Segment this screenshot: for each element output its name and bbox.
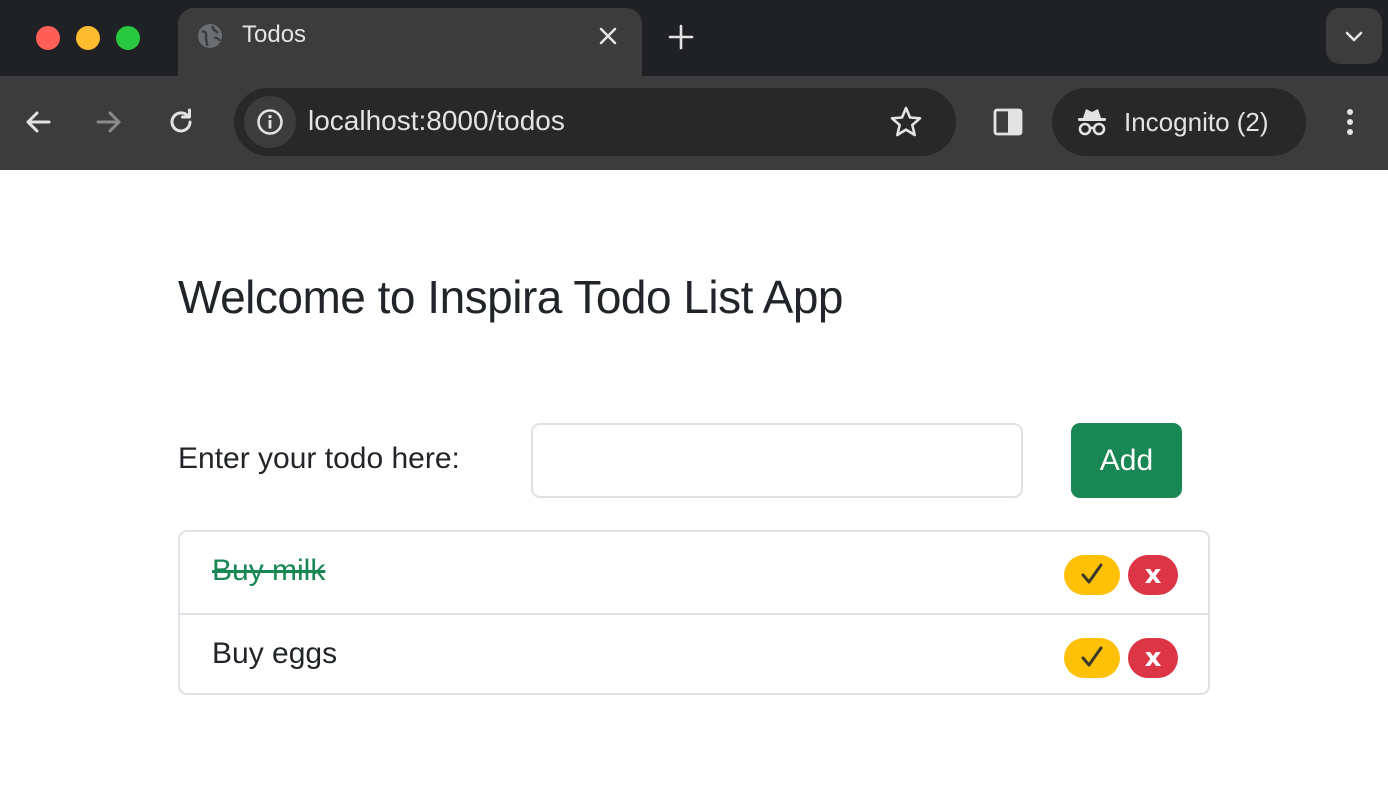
back-arrow-icon[interactable] bbox=[20, 104, 56, 140]
bookmark-star-icon[interactable] bbox=[888, 104, 924, 140]
todo-item-text: Buy eggs bbox=[212, 637, 338, 670]
todo-item-text: Buy milk bbox=[212, 554, 326, 587]
complete-todo-button[interactable] bbox=[1064, 555, 1120, 595]
info-icon bbox=[257, 109, 283, 135]
new-tab-plus-icon[interactable] bbox=[664, 20, 698, 54]
browser-tab-todos[interactable]: Todos bbox=[178, 8, 642, 76]
delete-todo-button[interactable]: x bbox=[1128, 638, 1178, 678]
checkmark-icon bbox=[1081, 563, 1103, 584]
chevron-down-icon bbox=[1345, 31, 1363, 42]
tab-search-button[interactable] bbox=[1326, 8, 1382, 64]
delete-todo-button[interactable]: x bbox=[1128, 555, 1178, 595]
incognito-icon bbox=[1078, 109, 1106, 136]
todo-list: Buy milk x Buy eggs x bbox=[178, 530, 1210, 695]
more-menu-icon[interactable] bbox=[1332, 104, 1368, 140]
address-bar[interactable]: localhost:8000/todos bbox=[234, 88, 956, 156]
globe-icon bbox=[198, 24, 222, 48]
page-content: Welcome to Inspira Todo List App Enter y… bbox=[0, 170, 1388, 794]
todo-item: Buy eggs x bbox=[180, 613, 1208, 693]
forward-arrow-icon[interactable] bbox=[91, 104, 127, 140]
url-text[interactable]: localhost:8000/todos bbox=[308, 105, 565, 137]
window-zoom-button[interactable] bbox=[116, 26, 140, 50]
window-minimize-button[interactable] bbox=[76, 26, 100, 50]
todo-input[interactable] bbox=[531, 423, 1023, 498]
checkmark-icon bbox=[1081, 646, 1103, 667]
side-panel-icon[interactable] bbox=[990, 104, 1026, 140]
browser-tabstrip: Todos bbox=[0, 0, 1388, 76]
tab-title: Todos bbox=[242, 21, 307, 48]
window-close-button[interactable] bbox=[36, 26, 60, 50]
incognito-indicator[interactable]: Incognito (2) bbox=[1052, 88, 1306, 156]
todo-item: Buy milk x bbox=[180, 532, 1208, 613]
incognito-label: Incognito (2) bbox=[1124, 107, 1269, 137]
todo-input-label: Enter your todo here: bbox=[178, 442, 460, 475]
complete-todo-button[interactable] bbox=[1064, 638, 1120, 678]
page-title: Welcome to Inspira Todo List App bbox=[178, 271, 844, 323]
add-todo-button[interactable]: Add bbox=[1071, 423, 1182, 498]
close-icon[interactable] bbox=[594, 22, 622, 50]
browser-toolbar: localhost:8000/todos Incognito (2) bbox=[0, 76, 1388, 170]
site-info-button[interactable] bbox=[244, 96, 296, 148]
reload-icon[interactable] bbox=[163, 104, 199, 140]
